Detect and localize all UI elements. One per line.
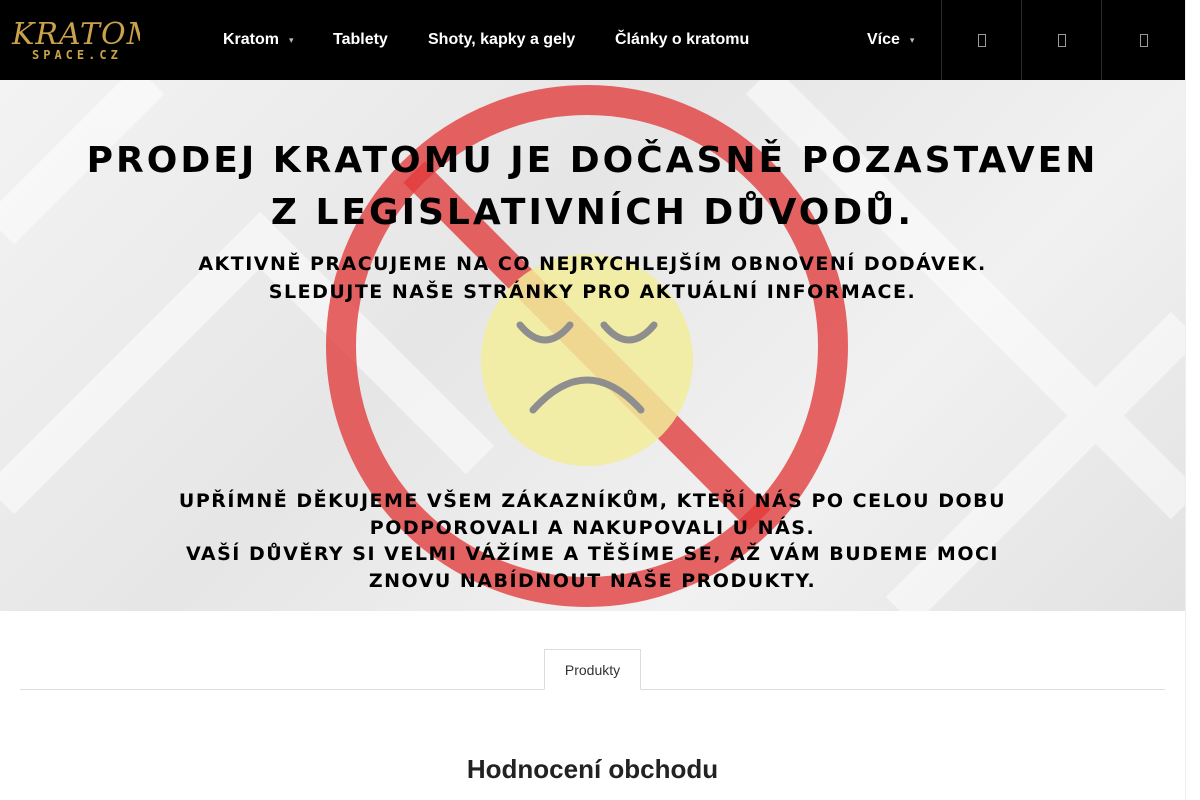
nav-item-label: Články o kratomu [615,31,750,48]
nav-item-clanky[interactable]: Články o kratomu [615,0,749,80]
nav-item-label: Více [867,31,900,48]
search-button[interactable] [941,0,1021,80]
product-tabs: Produkty [20,649,1165,690]
cart-icon [1139,33,1148,47]
nav-item-label: Kratom [223,31,280,48]
banner-subtitle-line: AKTIVNĚ PRACUJEME NA CO NEJRYCHLEJŠÍM OB… [198,253,987,275]
chevron-down-icon: ▾ [289,35,294,45]
site-header: KRATOM SPACE.CZ Kratom ▾ Tablety Shoty, k… [0,0,1185,80]
banner-subtitle: AKTIVNĚ PRACUJEME NA CO NEJRYCHLEJŠÍM OB… [0,250,1185,306]
site-logo[interactable]: KRATOM SPACE.CZ [10,12,140,64]
logo-graphic: KRATOM SPACE.CZ [11,17,140,62]
account-button[interactable] [1021,0,1101,80]
nav-item-label: Shoty, kapky a gely [428,31,576,48]
user-icon [1057,33,1066,47]
nav-item-label: Tablety [333,31,388,48]
section-title: Hodnocení obchodu [466,754,719,784]
cart-button[interactable] [1101,0,1185,80]
tab-produkty[interactable]: Produkty [544,649,641,690]
scrollbar[interactable] [1185,0,1200,800]
nav-item-tablety[interactable]: Tablety [333,0,388,80]
banner-thanks-line: ZNOVU NABÍDNOUT NAŠE PRODUKTY. [368,569,817,592]
banner-title: PRODEJ KRATOMU JE DOČASNĚ POZASTAVEN Z L… [0,135,1185,239]
announcement-banner: PRODEJ KRATOMU JE DOČASNĚ POZASTAVEN Z L… [0,80,1185,611]
nav-item-vice[interactable]: Více ▾ [867,0,914,80]
banner-thanks-line: PODPOROVALI A NAKUPOVALI U NÁS. [369,516,816,539]
banner-thanks-line: VAŠÍ DŮVĚRY SI VELMI VÁŽÍME A TĚŠÍME SE,… [185,543,1000,565]
banner-thanks-line: UPŘÍMNĚ DĚKUJEME VŠEM ZÁKAZNÍKŮM, KTEŘÍ … [178,490,1007,512]
svg-text:KRATOM: KRATOM [11,17,140,52]
nav-item-kratom[interactable]: Kratom ▾ [223,0,294,80]
svg-text:SPACE.CZ: SPACE.CZ [32,48,122,62]
banner-thanks: UPŘÍMNĚ DĚKUJEME VŠEM ZÁKAZNÍKŮM, KTEŘÍ … [0,488,1185,594]
banner-title-line: Z LEGISLATIVNÍCH DŮVODŮ. [270,192,915,233]
chevron-down-icon: ▾ [909,35,915,45]
banner-title-line: PRODEJ KRATOMU JE DOČASNĚ POZASTAVEN [86,140,1099,181]
nav-item-shoty[interactable]: Shoty, kapky a gely [428,0,575,80]
search-icon [977,33,986,47]
banner-subtitle-line: SLEDUJTE NAŠE STRÁNKY PRO AKTUÁLNÍ INFOR… [268,281,917,303]
